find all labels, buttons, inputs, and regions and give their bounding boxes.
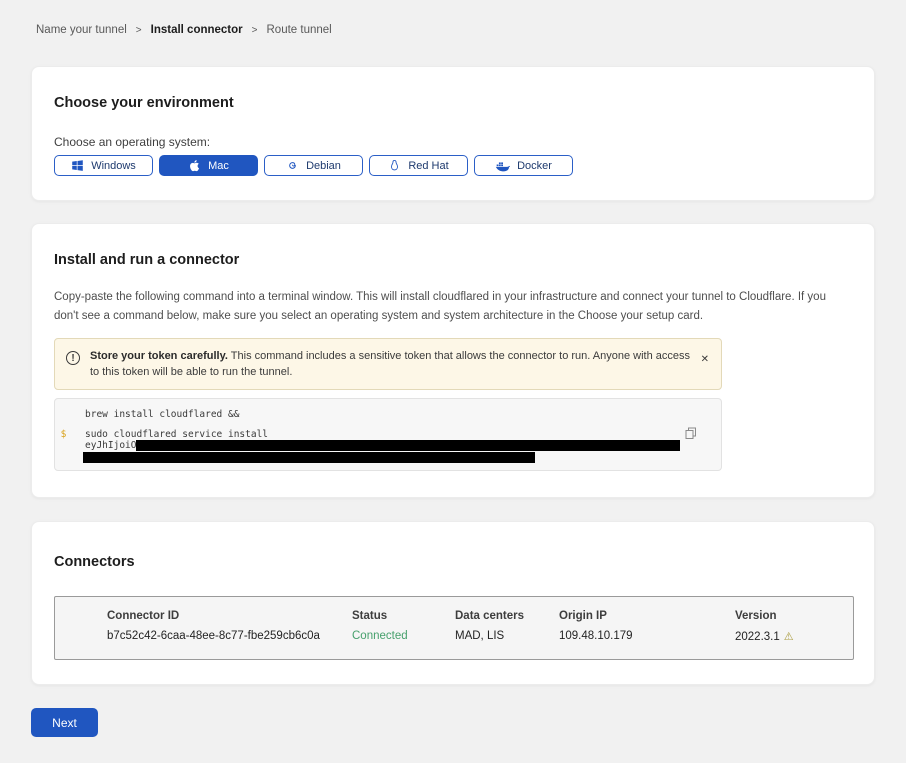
debian-icon [286,159,299,172]
docker-icon [495,160,510,172]
next-button[interactable]: Next [31,708,98,737]
token-warning-bold: Store your token carefully. [90,350,228,362]
os-button-debian[interactable]: Debian [264,155,363,176]
data-centers-value: MAD, LIS [455,630,559,643]
os-button-label: Windows [91,160,136,172]
os-button-group: Windows Mac Debian Red Hat Docker [54,155,852,176]
info-circle-icon: ! [66,351,80,365]
col-header-data-centers: Data centers [455,610,559,630]
os-button-label: Red Hat [408,160,448,172]
version-value: 2022.3.1 ⚠ [735,630,833,643]
install-command-codeblock: brew install cloudflared && $ sudo cloud… [54,398,722,471]
breadcrumb-separator: > [136,25,142,36]
table-row: b7c52c42-6caa-48ee-8c77-fbe259cb6c0a Con… [107,630,833,643]
connectors-table: Connector ID Status Data centers Origin … [54,596,854,660]
os-button-mac[interactable]: Mac [159,155,258,176]
col-header-connector-id: Connector ID [107,610,352,630]
windows-icon [71,159,84,172]
os-button-label: Debian [306,160,341,172]
token-warning-text: Store your token carefully. This command… [90,348,691,380]
code-line-brew: brew install cloudflared && [55,409,239,420]
os-select-label: Choose an operating system: [54,135,852,149]
breadcrumb-separator: > [252,25,258,36]
col-header-origin-ip: Origin IP [559,610,735,630]
breadcrumb: Name your tunnel > Install connector > R… [36,23,875,37]
close-icon[interactable]: ✕ [701,355,709,365]
os-button-windows[interactable]: Windows [54,155,153,176]
redhat-linux-icon [388,159,401,172]
copy-icon[interactable] [685,427,697,440]
os-button-redhat[interactable]: Red Hat [369,155,468,176]
shell-prompt: $ [55,429,72,440]
breadcrumb-step-name-tunnel[interactable]: Name your tunnel [36,24,127,36]
origin-ip-value: 109.48.10.179 [559,630,735,643]
tunnel-setup-page: Name your tunnel > Install connector > R… [0,23,906,737]
token-warning-banner: ! Store your token carefully. This comma… [54,338,722,390]
environment-card: Choose your environment Choose an operat… [31,66,875,201]
col-header-status: Status [352,610,455,630]
os-button-docker[interactable]: Docker [474,155,573,176]
redacted-token-bar [136,440,680,451]
token-prefix: eyJhIjoiO [85,440,136,451]
breadcrumb-step-install-connector[interactable]: Install connector [151,24,243,36]
os-button-label: Docker [517,160,552,172]
warning-triangle-icon: ⚠ [784,631,794,643]
breadcrumb-step-route-tunnel[interactable]: Route tunnel [267,24,332,36]
install-card-title: Install and run a connector [54,252,852,268]
os-button-label: Mac [208,160,229,172]
status-badge: Connected [352,630,455,643]
connectors-table-header-row: Connector ID Status Data centers Origin … [107,610,833,630]
version-number: 2022.3.1 [735,631,780,643]
code-line-service-install: sudo cloudflared service install [72,429,268,440]
install-description: Copy-paste the following command into a … [54,288,849,326]
col-header-version: Version [735,610,833,630]
connectors-card-title: Connectors [54,554,852,570]
environment-card-title: Choose your environment [54,95,852,111]
connector-id-value: b7c52c42-6caa-48ee-8c77-fbe259cb6c0a [107,630,352,643]
apple-icon [188,159,201,172]
connectors-card: Connectors Connector ID Status Data cent… [31,521,875,685]
install-connector-card: Install and run a connector Copy-paste t… [31,223,875,498]
redacted-token-bar [83,452,535,463]
